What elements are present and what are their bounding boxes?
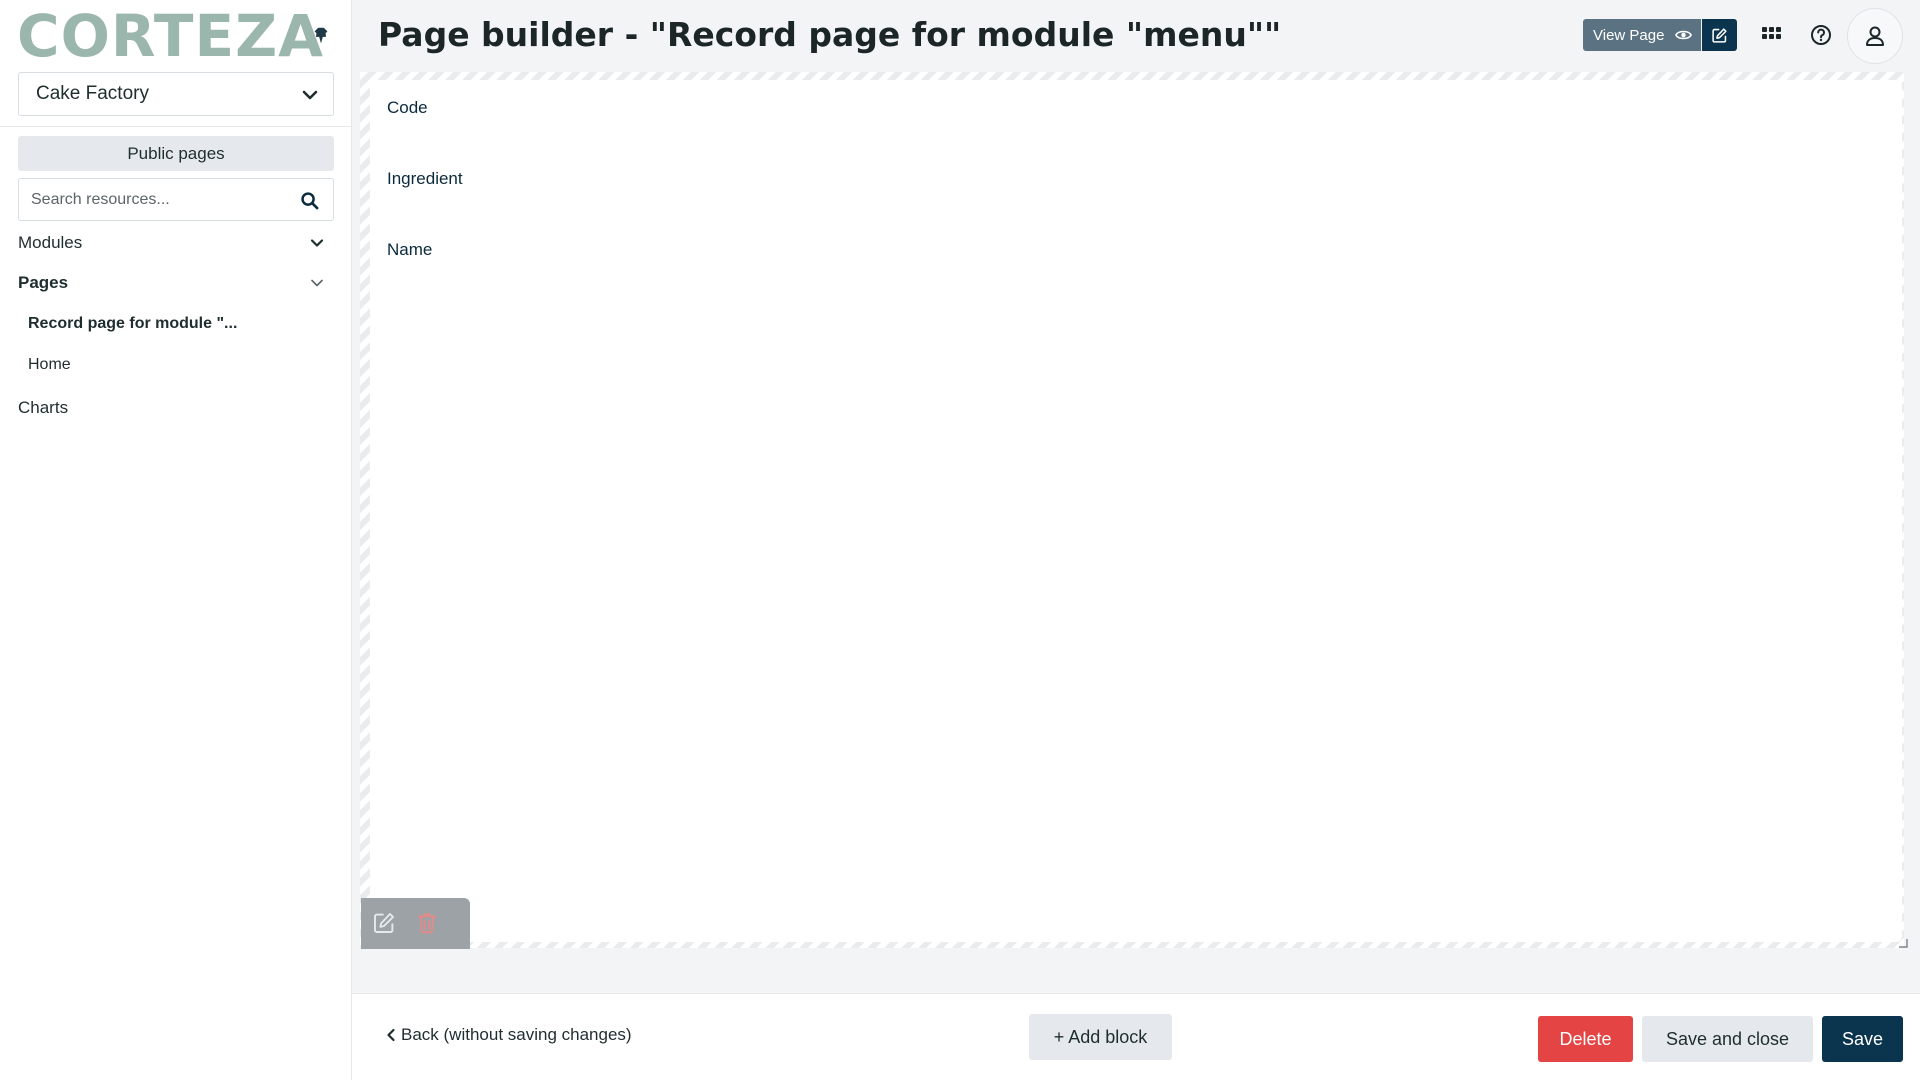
search-box — [18, 178, 334, 221]
public-pages-button[interactable]: Public pages — [18, 136, 334, 171]
save-button[interactable]: Save — [1822, 1016, 1903, 1062]
sidebar-section-label: Pages — [18, 273, 69, 292]
chevron-down-icon — [311, 279, 323, 287]
sidebar: CORTEZA Cake Factory Public pages Module… — [0, 0, 352, 1080]
sidebar-section-charts[interactable]: Charts — [18, 393, 334, 423]
sidebar-section-label: Charts — [18, 398, 69, 417]
field-label-ingredient: Ingredient — [387, 169, 463, 188]
sidebar-section-pages[interactable]: Pages — [18, 268, 334, 298]
user-icon — [1866, 26, 1884, 46]
add-block-button[interactable]: + Add block — [1029, 1014, 1172, 1060]
field-label-name: Name — [387, 240, 433, 259]
namespace-select-value: Cake Factory — [36, 83, 149, 104]
page-block[interactable] — [370, 80, 1902, 942]
chevron-down-icon — [310, 239, 324, 247]
help-icon[interactable] — [1810, 24, 1832, 46]
apps-grid-icon[interactable] — [1762, 26, 1781, 45]
sidebar-item-record-page[interactable]: Record page for module "... — [28, 309, 318, 339]
user-menu-button[interactable] — [1847, 8, 1903, 64]
sidebar-item-home[interactable]: Home — [28, 350, 318, 380]
search-icon[interactable] — [300, 191, 319, 210]
eye-icon — [1675, 30, 1692, 40]
sidebar-section-label: Modules — [18, 233, 83, 252]
chevron-left-icon — [387, 1028, 395, 1042]
field-label-code: Code — [387, 98, 428, 117]
edit-icon — [1712, 27, 1727, 43]
edit-page-button[interactable] — [1702, 19, 1737, 51]
view-page-label: View Page — [1593, 26, 1665, 44]
pin-icon[interactable] — [310, 24, 332, 48]
sidebar-section-modules[interactable]: Modules — [18, 228, 334, 258]
view-page-button[interactable]: View Page — [1583, 19, 1701, 51]
sidebar-divider — [0, 126, 352, 127]
back-link[interactable]: Back (without saving changes) — [385, 1025, 632, 1045]
resize-handle-icon[interactable] — [1898, 938, 1908, 948]
save-and-close-button[interactable]: Save and close — [1642, 1016, 1813, 1062]
trash-icon[interactable] — [416, 911, 438, 935]
brand-row: CORTEZA — [0, 0, 352, 72]
page-title: Page builder - "Record page for module "… — [378, 15, 1282, 54]
chevron-down-icon — [302, 90, 318, 100]
delete-button[interactable]: Delete — [1538, 1016, 1633, 1062]
edit-block-icon[interactable] — [372, 911, 396, 935]
back-link-label: Back (without saving changes) — [401, 1025, 632, 1044]
block-toolbar — [361, 898, 470, 949]
logo: CORTEZA — [17, 2, 325, 70]
namespace-select[interactable]: Cake Factory — [18, 72, 334, 116]
search-input[interactable] — [31, 187, 291, 213]
